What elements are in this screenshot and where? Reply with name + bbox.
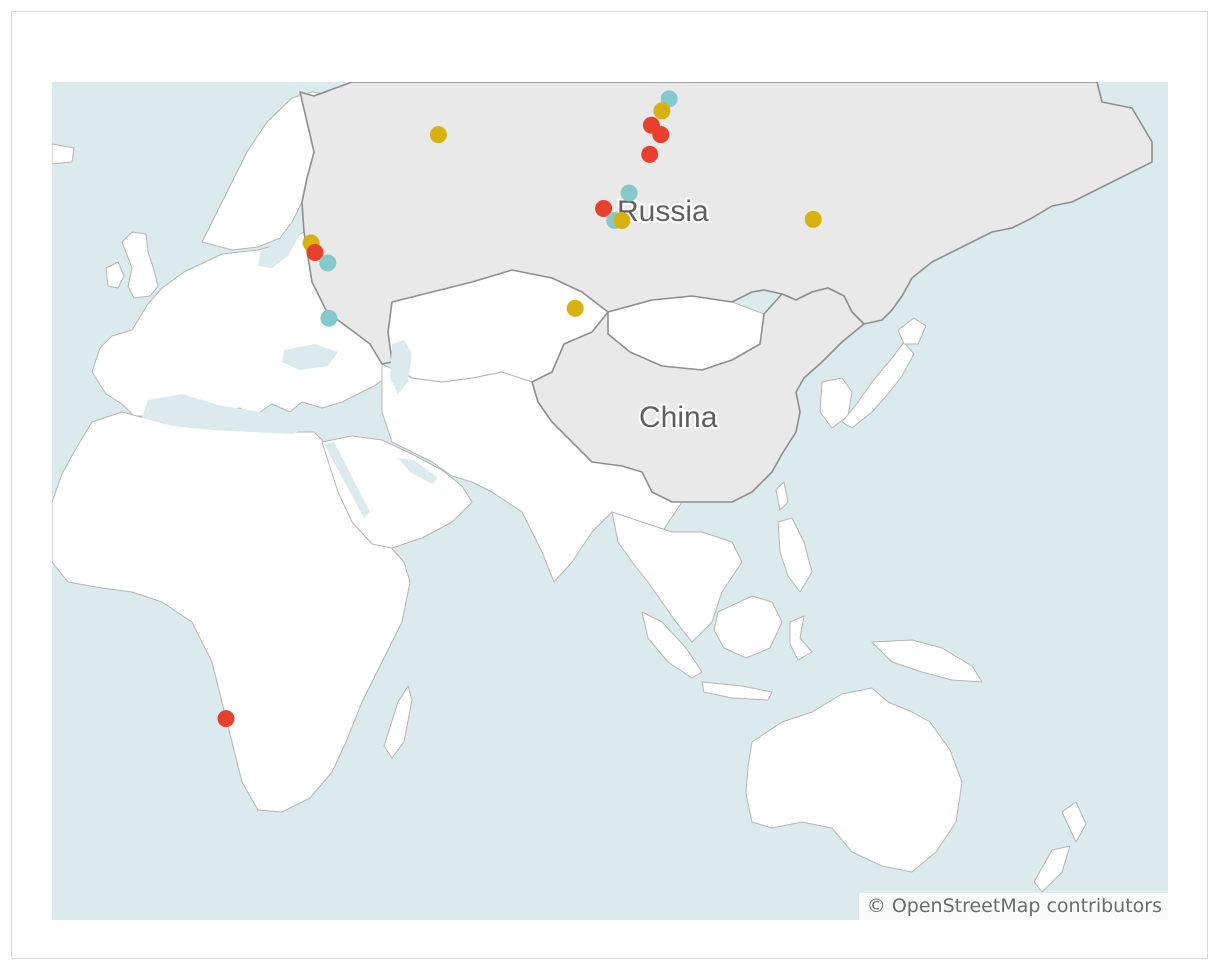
map-svg[interactable]: Russia China xyxy=(52,82,1168,920)
marker-teal[interactable] xyxy=(320,309,338,327)
marker-yellow[interactable] xyxy=(804,210,822,228)
marker-red[interactable] xyxy=(652,126,670,144)
map-attribution[interactable]: © OpenStreetMap contributors xyxy=(858,893,1168,920)
marker-red[interactable] xyxy=(217,710,235,728)
marker-yellow[interactable] xyxy=(566,299,584,317)
marker-yellow[interactable] xyxy=(613,212,631,229)
label-china: China xyxy=(639,401,718,434)
marker-yellow[interactable] xyxy=(653,102,671,120)
marker-yellow[interactable] xyxy=(429,126,447,144)
marker-red[interactable] xyxy=(641,145,659,163)
marker-teal[interactable] xyxy=(620,184,638,202)
map-canvas[interactable]: Russia China © OpenStreetMap contributor… xyxy=(52,82,1168,920)
marker-teal[interactable] xyxy=(319,254,337,272)
land-iceland xyxy=(52,143,75,165)
